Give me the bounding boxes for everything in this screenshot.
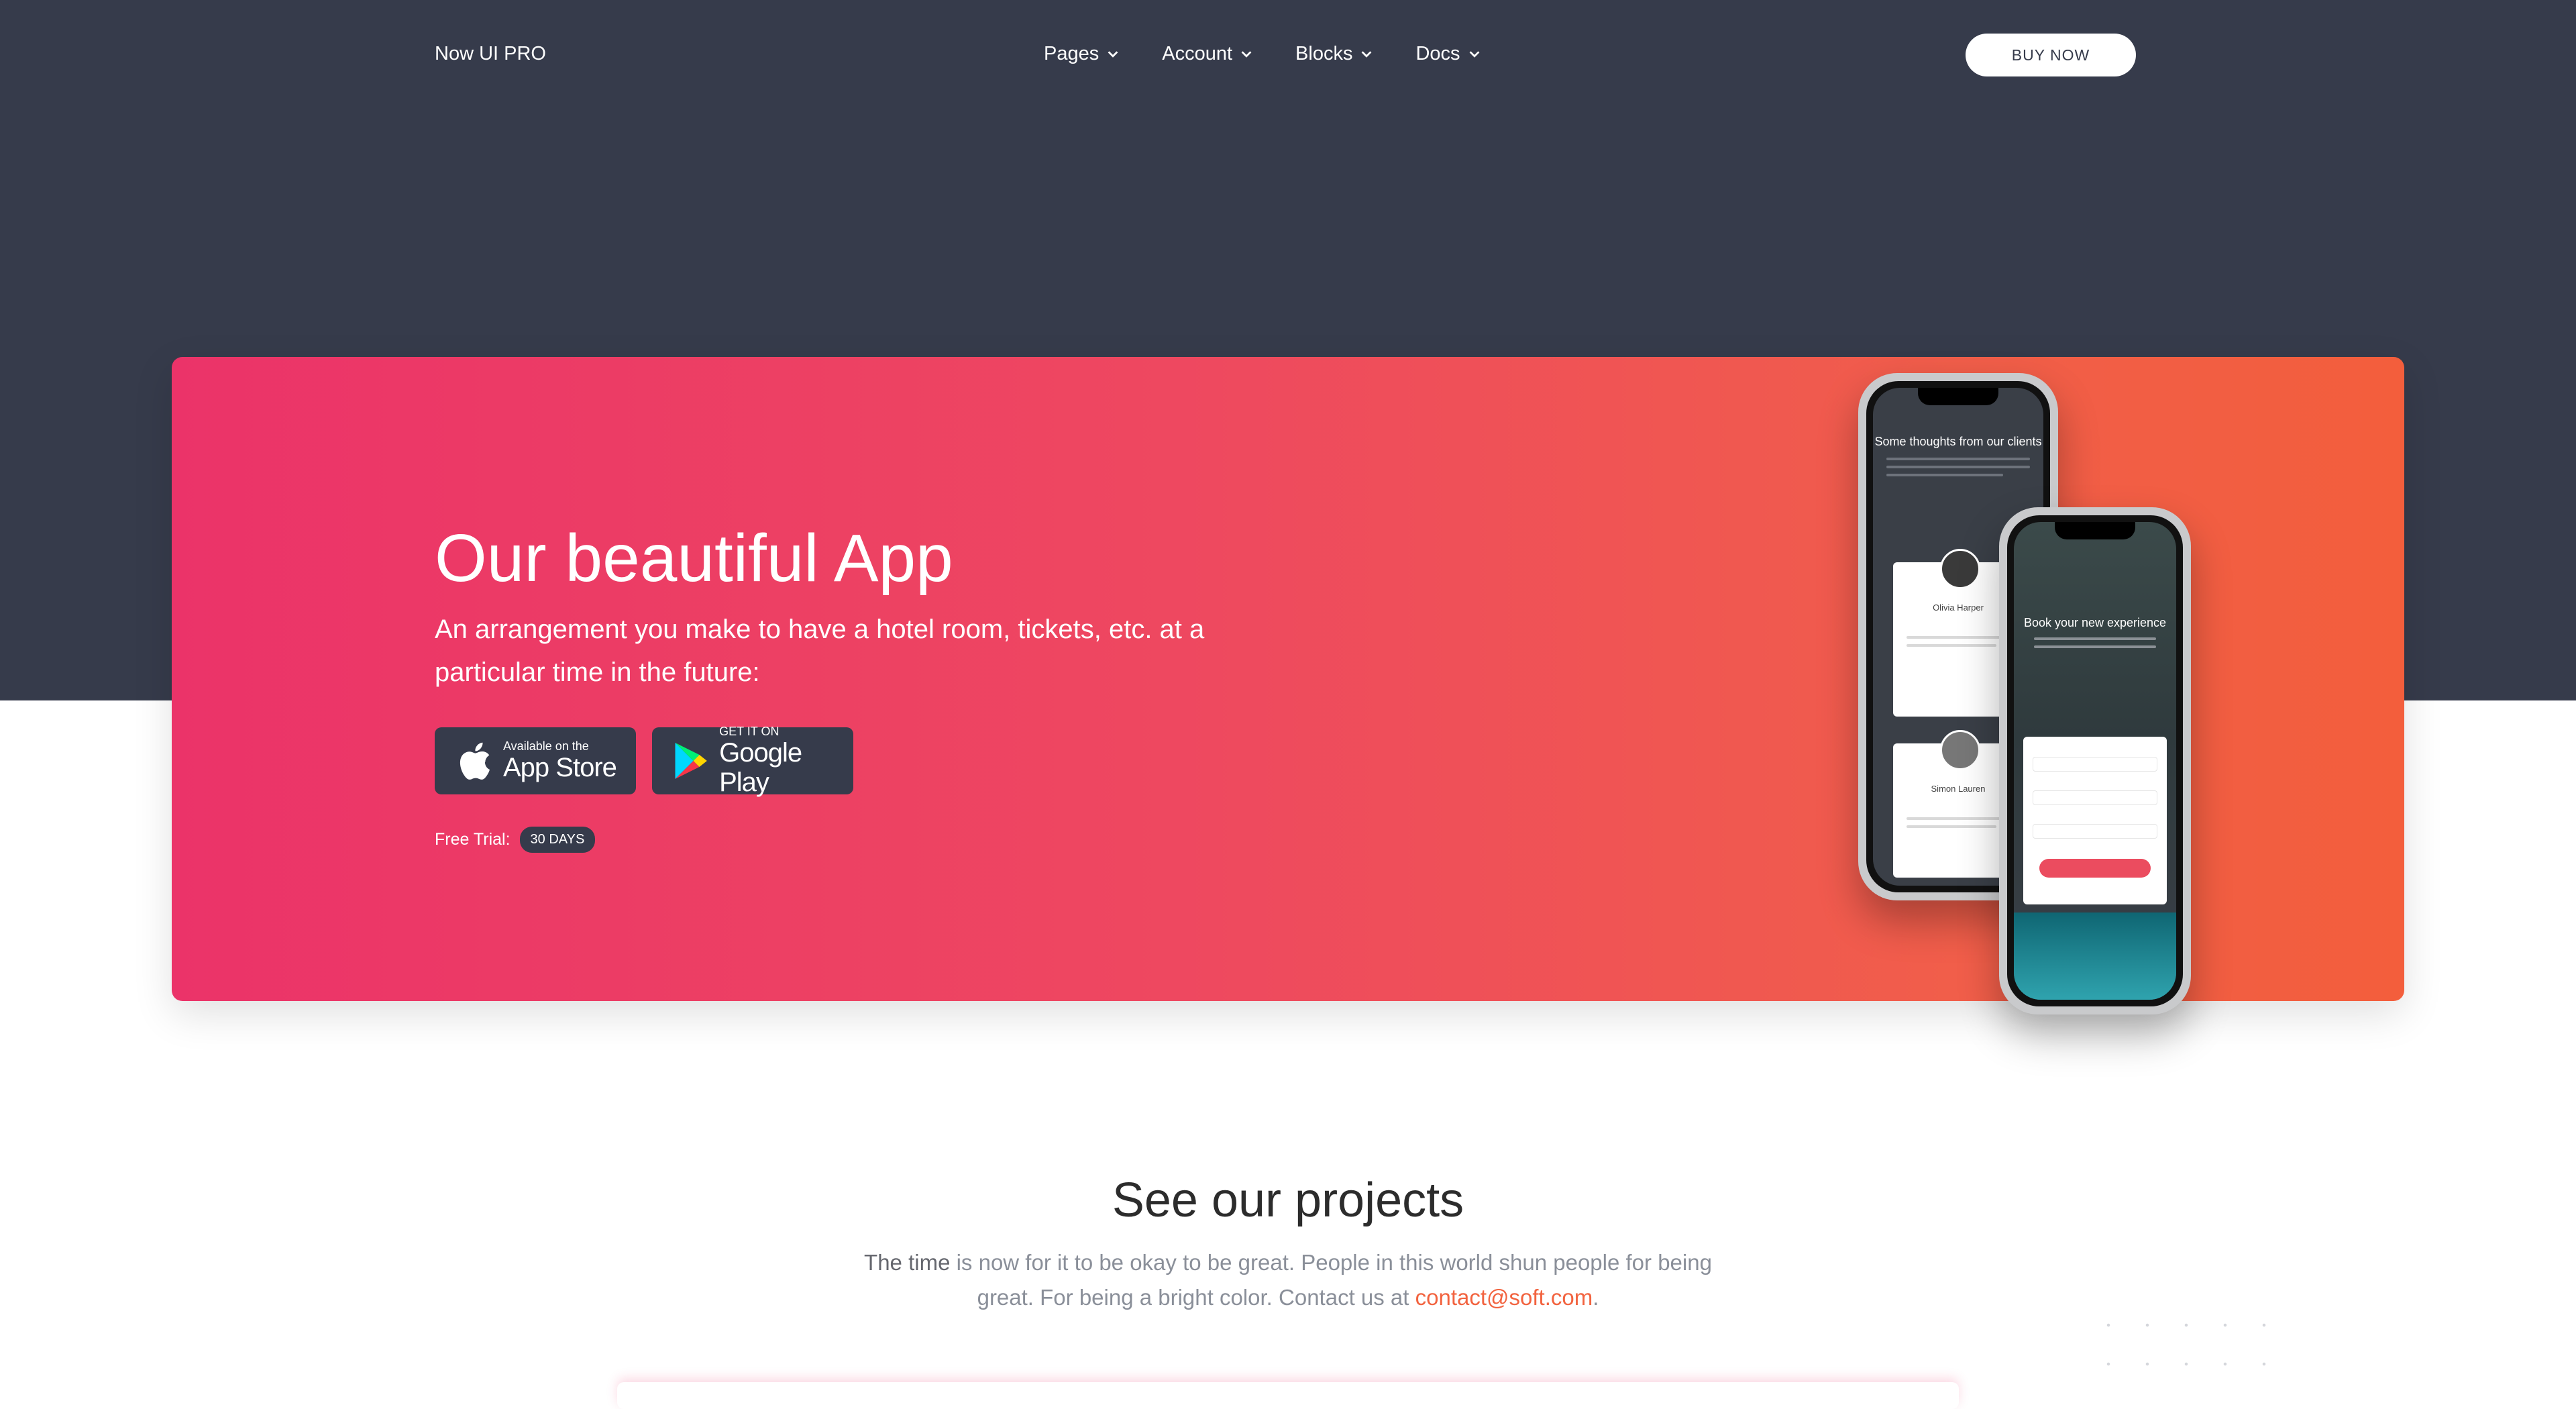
project-card-peek [617,1382,1959,1409]
app-store-button[interactable]: Available on the App Store [435,727,636,794]
nav-blocks-label: Blocks [1295,43,1353,64]
avatar [1940,730,1980,770]
nav-pages[interactable]: Pages [1044,43,1120,65]
chevron-down-icon [1362,50,1372,58]
contact-email-link[interactable]: contact@soft.com [1415,1285,1593,1310]
app-store-big: App Store [503,753,617,782]
phone-mockup-booking: Book your new experience [1999,507,2191,1014]
search-button [2039,859,2151,878]
projects-description: The time is now for it to be okay to be … [859,1245,1717,1315]
avatar [1940,549,1980,589]
app-store-small: Available on the [503,739,589,753]
chevron-down-icon [1108,50,1118,58]
nav-docs-label: Docs [1415,43,1460,64]
projects-end: . [1593,1285,1599,1310]
free-trial: Free Trial: 30 DAYS [435,827,596,853]
nav-account[interactable]: Account [1162,43,1254,65]
buy-now-button[interactable]: BUY NOW [1966,34,2136,76]
phone-screen-title: Book your new experience [2023,616,2167,629]
phone-notch [1918,388,1998,405]
phone-screen-title: Some thoughts from our clients [1874,435,2042,448]
phone-notch [2055,522,2135,539]
projects-lead: The time [864,1250,951,1275]
chevron-down-icon [1241,50,1252,58]
hero-subtitle: An arrangement you make to have a hotel … [435,615,1205,687]
nav-pages-label: Pages [1044,43,1099,64]
nav-account-label: Account [1162,43,1233,64]
google-play-button[interactable]: GET IT ON Google Play [652,725,853,797]
chevron-down-icon [1469,50,1479,58]
nav-docs[interactable]: Docs [1415,43,1481,65]
hero-title: Our beautiful App [435,521,953,596]
projects-title: See our projects [1112,1173,1464,1227]
decorative-dots [2089,1306,2290,1386]
google-play-big: Google Play [719,738,802,797]
apple-icon [460,742,490,780]
free-trial-label: Free Trial: [435,830,511,849]
google-play-small: GET IT ON [719,725,780,738]
booking-form [2023,737,2167,904]
brand-logo[interactable]: Now UI PRO [435,43,546,65]
trial-days-badge: 30 DAYS [519,827,596,853]
google-play-icon [675,742,707,780]
main-nav: Pages Account Blocks Docs [1044,43,1482,65]
nav-blocks[interactable]: Blocks [1295,43,1374,65]
ocean-image [2014,912,2176,1000]
